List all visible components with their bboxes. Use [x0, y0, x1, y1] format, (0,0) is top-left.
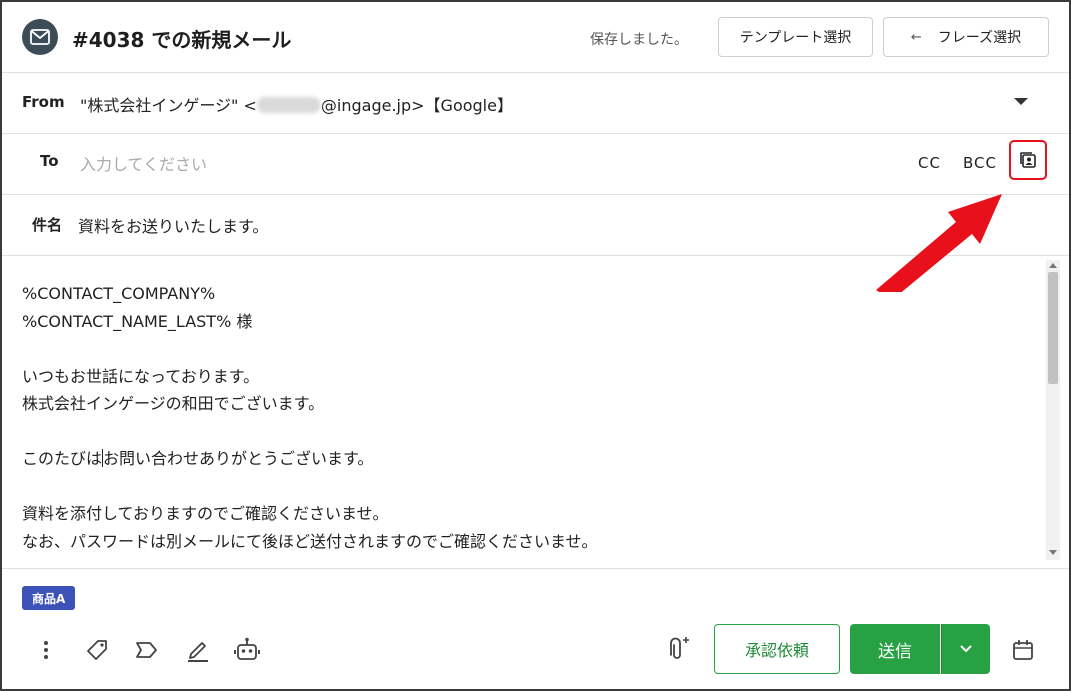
- body-line: 株式会社インゲージの和田でございます。: [22, 394, 325, 413]
- page-title: #4038 での新規メール: [72, 28, 292, 52]
- annotation-arrow-icon: [876, 194, 1002, 292]
- signature-pen-icon[interactable]: [181, 633, 215, 667]
- subject-input[interactable]: 資料をお送りいたします。: [78, 213, 268, 237]
- bcc-button[interactable]: BCC: [963, 154, 997, 172]
- body-line: なお、パスワードは別メールにて後ほど送付されますのでご確認くださいませ。: [22, 531, 598, 551]
- subject-label: 件名: [32, 216, 63, 234]
- scroll-down-icon[interactable]: [1049, 550, 1057, 555]
- from-row: From "株式会社インゲージ" < @ingage.jp>【Google】: [2, 73, 1069, 134]
- body-scrollbar[interactable]: [1046, 260, 1060, 560]
- from-dropdown-caret-icon[interactable]: [1014, 98, 1028, 105]
- body-line: このたびは: [22, 449, 103, 468]
- from-label: From: [22, 93, 65, 111]
- body-line: %CONTACT_NAME_LAST% 様: [22, 311, 253, 331]
- label-icon[interactable]: [130, 633, 164, 667]
- from-value-suffix: @ingage.jp>【Google】: [320, 96, 513, 115]
- compose-header: #4038 での新規メール 保存しました。 テンプレート選択 ← フレーズ選択: [2, 2, 1069, 73]
- mail-icon: [22, 19, 58, 55]
- schedule-calendar-icon[interactable]: [1006, 633, 1040, 667]
- to-input[interactable]: 入力してください: [80, 151, 207, 175]
- body-line: 資料を添付しておりますのでご確認くださいませ。: [22, 504, 389, 523]
- body-line: いつもお世話になっております。: [22, 366, 260, 386]
- address-book-icon: [1020, 152, 1036, 168]
- cc-button[interactable]: CC: [918, 154, 941, 172]
- template-select-button[interactable]: テンプレート選択: [718, 17, 873, 57]
- phrase-select-label: フレーズ選択: [937, 30, 1022, 46]
- message-body-editor[interactable]: %CONTACT_COMPANY% %CONTACT_NAME_LAST% 様 …: [22, 280, 598, 555]
- footer-divider: [2, 568, 1069, 569]
- send-options-dropdown[interactable]: [941, 624, 990, 674]
- redacted-email: [256, 97, 321, 113]
- template-select-label: テンプレート選択: [739, 30, 852, 46]
- approval-request-label: 承認依頼: [744, 641, 809, 660]
- scrollbar-thumb[interactable]: [1048, 272, 1058, 384]
- approval-request-button[interactable]: 承認依頼: [714, 624, 840, 674]
- attach-file-icon[interactable]: [661, 633, 695, 667]
- scroll-up-icon[interactable]: [1049, 263, 1057, 268]
- send-button[interactable]: 送信: [850, 624, 940, 674]
- send-label: 送信: [878, 641, 912, 662]
- phrase-select-button[interactable]: ← フレーズ選択: [883, 17, 1049, 57]
- body-line: %CONTACT_COMPANY%: [22, 284, 216, 303]
- to-label: To: [40, 152, 59, 170]
- address-book-button[interactable]: [1009, 140, 1047, 180]
- compose-window: #4038 での新規メール 保存しました。 テンプレート選択 ← フレーズ選択 …: [0, 0, 1071, 691]
- from-select[interactable]: "株式会社インゲージ" < @ingage.jp>【Google】: [80, 92, 513, 116]
- from-value-prefix: "株式会社インゲージ" <: [80, 96, 257, 115]
- ai-assistant-robot-icon[interactable]: [230, 633, 264, 667]
- more-options-icon[interactable]: [29, 633, 63, 667]
- arrow-left-icon: ←: [910, 29, 922, 45]
- tag-icon[interactable]: [80, 633, 114, 667]
- save-status: 保存しました。: [590, 32, 688, 48]
- chevron-down-icon: [960, 645, 972, 653]
- product-tag[interactable]: 商品A: [22, 586, 76, 610]
- body-line: お問い合わせありがとうございます。: [103, 449, 374, 468]
